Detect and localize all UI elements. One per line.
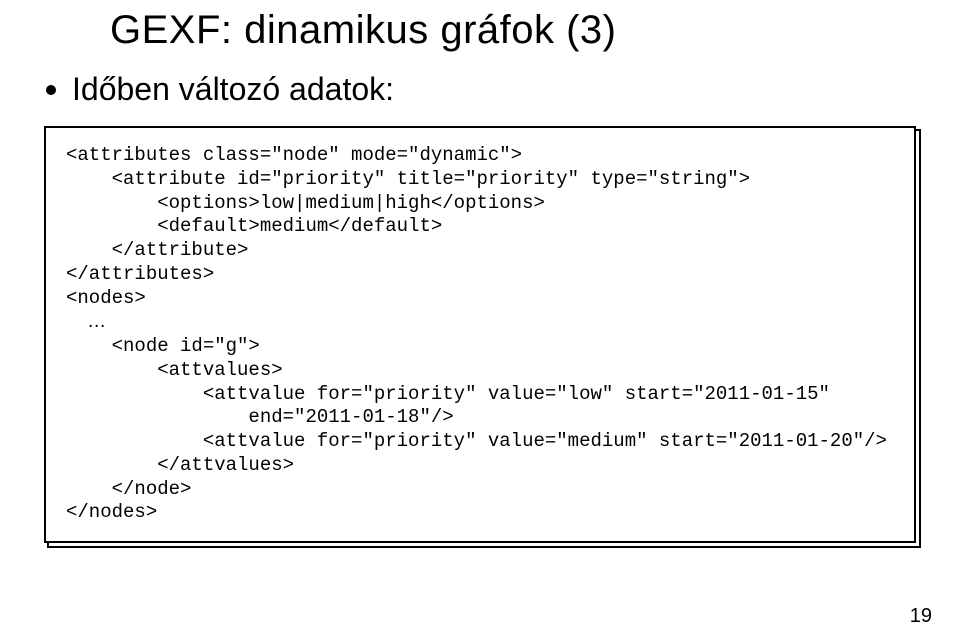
code-line: <attvalues> bbox=[66, 359, 283, 381]
code-line: … bbox=[66, 311, 106, 332]
code-line: </nodes> bbox=[66, 501, 157, 523]
code-line: <attributes class="node" mode="dynamic"> bbox=[66, 144, 522, 166]
page-number: 19 bbox=[910, 605, 932, 628]
code-line: <attvalue for="priority" value="low" sta… bbox=[66, 383, 830, 405]
code-line: <attribute id="priority" title="priority… bbox=[66, 168, 750, 190]
code-block: <attributes class="node" mode="dynamic">… bbox=[66, 144, 894, 525]
code-line: <default>medium</default> bbox=[66, 215, 442, 237]
code-line: </attributes> bbox=[66, 263, 214, 285]
code-line: end="2011-01-18"/> bbox=[66, 406, 454, 428]
bullet-row: Időben változó adatok: bbox=[46, 71, 920, 108]
bullet-icon bbox=[46, 85, 56, 95]
code-line: <attvalue for="priority" value="medium" … bbox=[66, 430, 887, 452]
slide: GEXF: dinamikus gráfok (3) Időben változ… bbox=[0, 0, 960, 640]
bullet-text: Időben változó adatok: bbox=[72, 71, 394, 108]
code-line: <nodes> bbox=[66, 287, 146, 309]
code-line: <node id="g"> bbox=[66, 335, 260, 357]
code-box: <attributes class="node" mode="dynamic">… bbox=[44, 126, 916, 543]
code-line: </node> bbox=[66, 478, 191, 500]
code-line: </attribute> bbox=[66, 239, 248, 261]
code-line: </attvalues> bbox=[66, 454, 294, 476]
code-line: <options>low|medium|high</options> bbox=[66, 192, 545, 214]
slide-title: GEXF: dinamikus gráfok (3) bbox=[110, 8, 920, 53]
